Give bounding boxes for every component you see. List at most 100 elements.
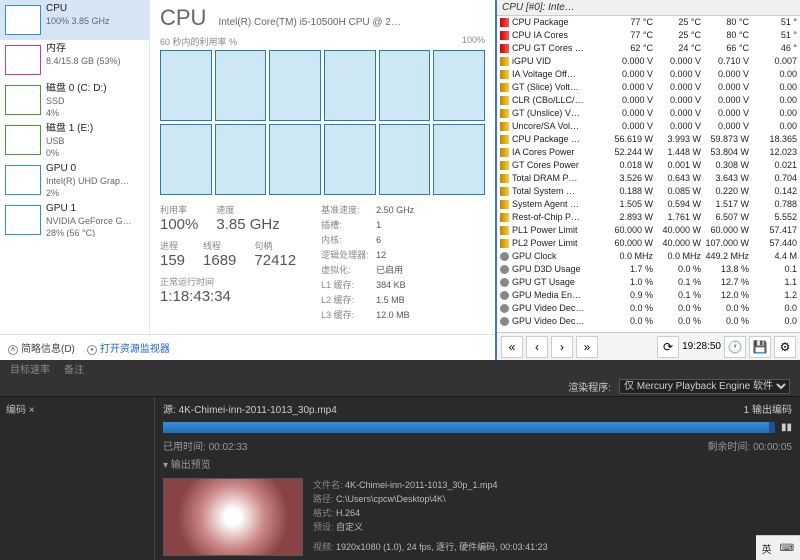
hwinfo-tab[interactable]: CPU [#0]: Inte… (497, 0, 800, 16)
sensor-icon (500, 70, 509, 79)
queue-tab[interactable]: 编码 × (6, 405, 35, 416)
speed-val: 3.85 GHz (216, 216, 279, 233)
sensor-row[interactable]: GPU GT Usage1.0 %0.1 %12.7 %1.1 (497, 276, 800, 289)
sensor-row[interactable]: IA Voltage Off…0.000 V0.000 V0.000 V0.00 (497, 68, 800, 81)
sensor-row[interactable]: Total System …0.188 W0.085 W0.220 W0.142 (497, 185, 800, 198)
sensor-row[interactable]: System Agent …1.505 W0.594 W1.517 W0.788 (497, 198, 800, 211)
tm-tile-4[interactable]: GPU 0Intel(R) UHD Grap…2% (0, 160, 149, 200)
tab-target-rate[interactable]: 目标速率 (10, 361, 50, 376)
thread-val: 1689 (203, 252, 236, 269)
nav-first-button[interactable]: « (501, 336, 523, 358)
sensor-icon (500, 109, 509, 118)
clock-icon[interactable]: 🕐 (724, 336, 746, 358)
brief-toggle[interactable]: ˄简略信息(D) (8, 340, 75, 355)
sensor-row[interactable]: CLR (CBo/LLC/…0.000 V0.000 V0.000 V0.00 (497, 94, 800, 107)
sensor-icon (500, 304, 509, 313)
nav-last-button[interactable]: » (576, 336, 598, 358)
monitor-icon: ▪ (87, 345, 97, 355)
sensor-row[interactable]: GT Cores Power0.018 W0.001 W0.308 W0.021 (497, 159, 800, 172)
preview-thumbnail (163, 478, 303, 556)
graph-max: 100% (462, 35, 485, 48)
settings-button[interactable]: ⚙ (774, 336, 796, 358)
tm-tile-5[interactable]: GPU 1NVIDIA GeForce G…28% (56 °C) (0, 200, 149, 240)
media-encoder: 目标速率 备注 渲染程序: 仅 Mercury Playback Engine … (0, 360, 800, 560)
sensor-row[interactable]: CPU GT Cores …62 °C24 °C66 °C46 ° (497, 42, 800, 55)
elapsed-time: 00:02:33 (209, 442, 248, 453)
hwinfo-time: 19:28:50 (682, 341, 721, 352)
output-metadata: 文件名: 4K-Chimei-inn-2011-1013_30p_1.mp4 路… (313, 478, 548, 556)
output-count: 1 输出编码 (744, 401, 792, 416)
sensor-row[interactable]: GT (Unslice) V…0.000 V0.000 V0.000 V0.00 (497, 107, 800, 120)
sensor-row[interactable]: GT (Slice) Volt…0.000 V0.000 V0.000 V0.0… (497, 81, 800, 94)
cpu-specs: 基准速度:2.50 GHz插槽:1内核:6逻辑处理器:12虚拟化:已启用L1 缓… (321, 203, 414, 323)
uptime-val: 1:18:43:34 (160, 288, 296, 305)
sensor-row[interactable]: Uncore/SA Vol…0.000 V0.000 V0.000 V0.00 (497, 120, 800, 133)
sensor-list[interactable]: CPU Package77 °C25 °C80 °C51 °CPU IA Cor… (497, 16, 800, 332)
tm-sidebar: CPU100% 3.85 GHz 内存8.4/15.8 GB (53%) 磁盘 … (0, 0, 150, 334)
sensor-row[interactable]: CPU Package …56.619 W3.993 W59.873 W18.3… (497, 133, 800, 146)
queue-panel: 编码 × (0, 397, 155, 560)
nav-next-button[interactable]: › (551, 336, 573, 358)
source-file: 4K-Chimei-inn-2011-1013_30p.mp4 (179, 405, 337, 416)
sensor-row[interactable]: IA Cores Power52.244 W1.448 W53.804 W12.… (497, 146, 800, 159)
tab-notes[interactable]: 备注 (64, 361, 84, 376)
nav-prev-button[interactable]: ‹ (526, 336, 548, 358)
save-button[interactable]: 💾 (749, 336, 771, 358)
hwinfo-toolbar: « ‹ › » ⟳ 19:28:50 🕐 💾 ⚙ (497, 332, 800, 360)
refresh-button[interactable]: ⟳ (657, 336, 679, 358)
sensor-icon (500, 278, 509, 287)
task-manager: CPU100% 3.85 GHz 内存8.4/15.8 GB (53%) 磁盘 … (0, 0, 497, 360)
sensor-row[interactable]: GPU Clock0.0 MHz0.0 MHz449.2 MHz4.4 M (497, 250, 800, 263)
sensor-icon (500, 200, 509, 209)
util-val: 100% (160, 216, 198, 233)
ime-indicator[interactable]: 英 (762, 541, 772, 556)
sensor-row[interactable]: Rest-of-Chip P…2.893 W1.761 W6.507 W5.55… (497, 211, 800, 224)
sensor-icon (500, 226, 509, 235)
sensor-row[interactable]: GPU Media En…0.9 %0.1 %12.0 %1.2 (497, 289, 800, 302)
tile-thumb-icon (5, 45, 41, 75)
sensor-icon (500, 148, 509, 157)
tm-tile-2[interactable]: 磁盘 0 (C: D:)SSD4% (0, 80, 149, 120)
tm-cpu-name: Intel(R) Core(TM) i5-10500H CPU @ 2… (218, 17, 400, 28)
sensor-row[interactable]: Total DRAM P…3.526 W0.643 W3.643 W0.704 (497, 172, 800, 185)
sensor-icon (500, 96, 509, 105)
sensor-icon (500, 252, 509, 261)
sensor-icon (500, 291, 509, 300)
sensor-row[interactable]: GPU D3D Usage1.7 %0.0 %13.8 %0.1 (497, 263, 800, 276)
handle-val: 72412 (254, 252, 296, 269)
tm-tile-1[interactable]: 内存8.4/15.8 GB (53%) (0, 40, 149, 80)
render-label: 渲染程序: (568, 379, 611, 394)
tm-detail-title: CPU (160, 5, 206, 31)
sensor-icon (500, 31, 509, 40)
sensor-icon (500, 135, 509, 144)
sensor-row[interactable]: PL1 Power Limit60.000 W40.000 W60.000 W5… (497, 224, 800, 237)
tile-thumb-icon (5, 205, 41, 235)
progress-bar (163, 422, 775, 433)
cpu-core-graph[interactable] (160, 50, 485, 195)
ae-tabs: 目标速率 备注 (0, 360, 800, 378)
tile-thumb-icon (5, 5, 41, 35)
hwinfo-panel: CPU [#0]: Inte… CPU Package77 °C25 °C80 … (497, 0, 800, 360)
renderer-select[interactable]: 仅 Mercury Playback Engine 软件 (619, 379, 790, 394)
graph-label: 60 秒内的利用率 % (160, 35, 237, 48)
pause-button[interactable]: ▮▮ (781, 422, 792, 433)
sensor-row[interactable]: GPU Video Dec…0.0 %0.0 %0.0 %0.0 (497, 315, 800, 328)
system-tray: 英 ⌨ (756, 535, 800, 560)
preview-toggle[interactable]: ▾ 输出预览 (163, 456, 792, 471)
sensor-icon (500, 83, 509, 92)
sensor-icon (500, 122, 509, 131)
sensor-row[interactable]: CPU Package77 °C25 °C80 °C51 ° (497, 16, 800, 29)
sensor-row[interactable]: iGPU VID0.000 V0.000 V0.710 V0.007 (497, 55, 800, 68)
ime-icon[interactable]: ⌨ (780, 543, 794, 554)
tile-thumb-icon (5, 125, 41, 155)
open-resmon-link[interactable]: ▪打开资源监视器 (87, 340, 170, 355)
proc-val: 159 (160, 252, 185, 269)
sensor-row[interactable]: PL2 Power Limit60.000 W40.000 W107.000 W… (497, 237, 800, 250)
tm-tile-0[interactable]: CPU100% 3.85 GHz (0, 0, 149, 40)
sensor-icon (500, 213, 509, 222)
sensor-row[interactable]: GPU Video Dec…0.0 %0.0 %0.0 %0.0 (497, 302, 800, 315)
sensor-row[interactable]: CPU IA Cores77 °C25 °C80 °C51 ° (497, 29, 800, 42)
tm-tile-3[interactable]: 磁盘 1 (E:)USB0% (0, 120, 149, 160)
sensor-icon (500, 161, 509, 170)
sensor-icon (500, 174, 509, 183)
